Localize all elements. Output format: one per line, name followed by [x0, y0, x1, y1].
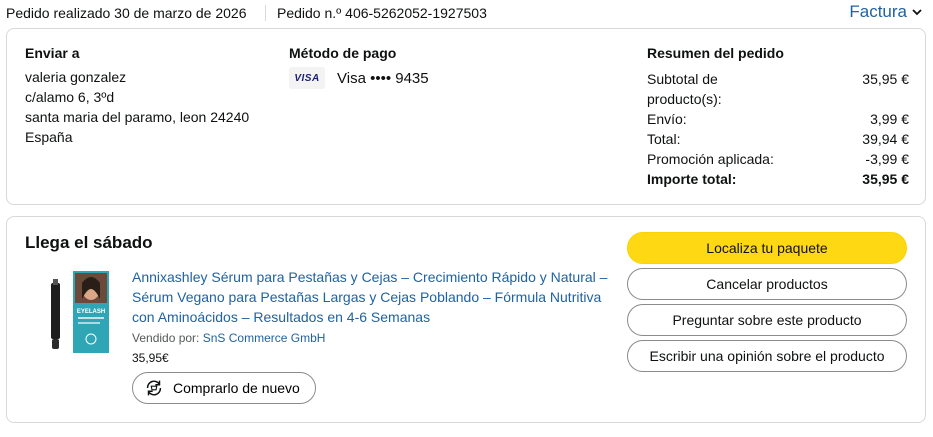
write-review-button[interactable]: Escribir una opinión sobre el producto: [627, 340, 907, 372]
address-line: España: [25, 129, 73, 145]
product-title-link[interactable]: Annixashley Sérum para Pestañas y Cejas …: [132, 267, 612, 327]
buy-again-button[interactable]: Comprarlo de nuevo: [132, 372, 316, 404]
summary-row-promotion: Promoción aplicada: -3,99 €: [647, 149, 909, 169]
shipping-address: valeria gonzalez c/alamo 6, 3ºd santa ma…: [25, 67, 249, 147]
order-placed-date: Pedido realizado 30 de marzo de 2026: [6, 5, 247, 21]
ask-product-question-button[interactable]: Preguntar sobre este producto: [627, 304, 907, 336]
sold-by: Vendido por: SnS Commerce GmbH: [132, 331, 325, 345]
summary-row-subtotal: Subtotal de producto(s): 35,95 €: [647, 69, 909, 109]
address-line: santa maria del paramo, leon 24240: [25, 109, 250, 125]
summary-value: 35,95 €: [862, 71, 909, 87]
summary-label: Total:: [647, 131, 681, 147]
address-line: valeria gonzalez: [25, 69, 127, 85]
order-summary: Subtotal de producto(s): 35,95 € Envío: …: [647, 69, 909, 189]
summary-label: Subtotal de producto(s):: [647, 71, 722, 107]
summary-label: Importe total:: [647, 171, 737, 187]
card-text: Visa •••• 9435: [337, 69, 429, 87]
address-line: c/alamo 6, 3ºd: [25, 89, 115, 105]
order-summary-card: Enviar a valeria gonzalez c/alamo 6, 3ºd…: [6, 28, 926, 205]
summary-value: 35,95 €: [862, 171, 909, 187]
summary-value: 3,99 €: [870, 111, 909, 127]
shipment-card: Llega el sábado EYELASH Annixashley Séru…: [6, 216, 926, 423]
summary-label: Promoción aplicada:: [647, 151, 774, 167]
buy-again-label: Comprarlo de nuevo: [173, 380, 300, 396]
track-package-button[interactable]: Localiza tu paquete: [627, 232, 907, 264]
product-image-label: EYELASH: [77, 309, 105, 315]
seller-link[interactable]: SnS Commerce GmbH: [203, 331, 326, 345]
summary-row-grand-total: Importe total: 35,95 €: [647, 169, 909, 189]
order-header: Pedido realizado 30 de marzo de 2026 Ped…: [0, 0, 933, 26]
chevron-down-icon: [912, 9, 922, 16]
summary-row-total: Total: 39,94 €: [647, 129, 909, 149]
product-price: 35,95€: [132, 351, 169, 365]
summary-value: -3,99 €: [865, 151, 909, 167]
rebuy-icon: [146, 380, 162, 396]
invoice-label: Factura: [849, 2, 907, 21]
summary-label: Envío:: [647, 111, 687, 127]
shipping-title: Enviar a: [25, 45, 80, 61]
summary-title: Resumen del pedido: [647, 45, 784, 61]
sold-by-label: Vendido por:: [132, 331, 200, 345]
visa-logo: VISA: [289, 67, 325, 89]
cancel-items-button[interactable]: Cancelar productos: [627, 268, 907, 300]
summary-row-shipping: Envío: 3,99 €: [647, 109, 909, 129]
product-image[interactable]: EYELASH: [45, 269, 115, 355]
order-number: Pedido n.º 406-5262052-1927503: [277, 5, 487, 21]
payment-title: Método de pago: [289, 45, 397, 61]
header-divider: [265, 5, 266, 21]
delivery-status: Llega el sábado: [25, 233, 153, 252]
invoice-link[interactable]: Factura: [849, 2, 923, 22]
summary-value: 39,94 €: [862, 131, 909, 147]
payment-method: VISA Visa •••• 9435: [289, 67, 429, 89]
